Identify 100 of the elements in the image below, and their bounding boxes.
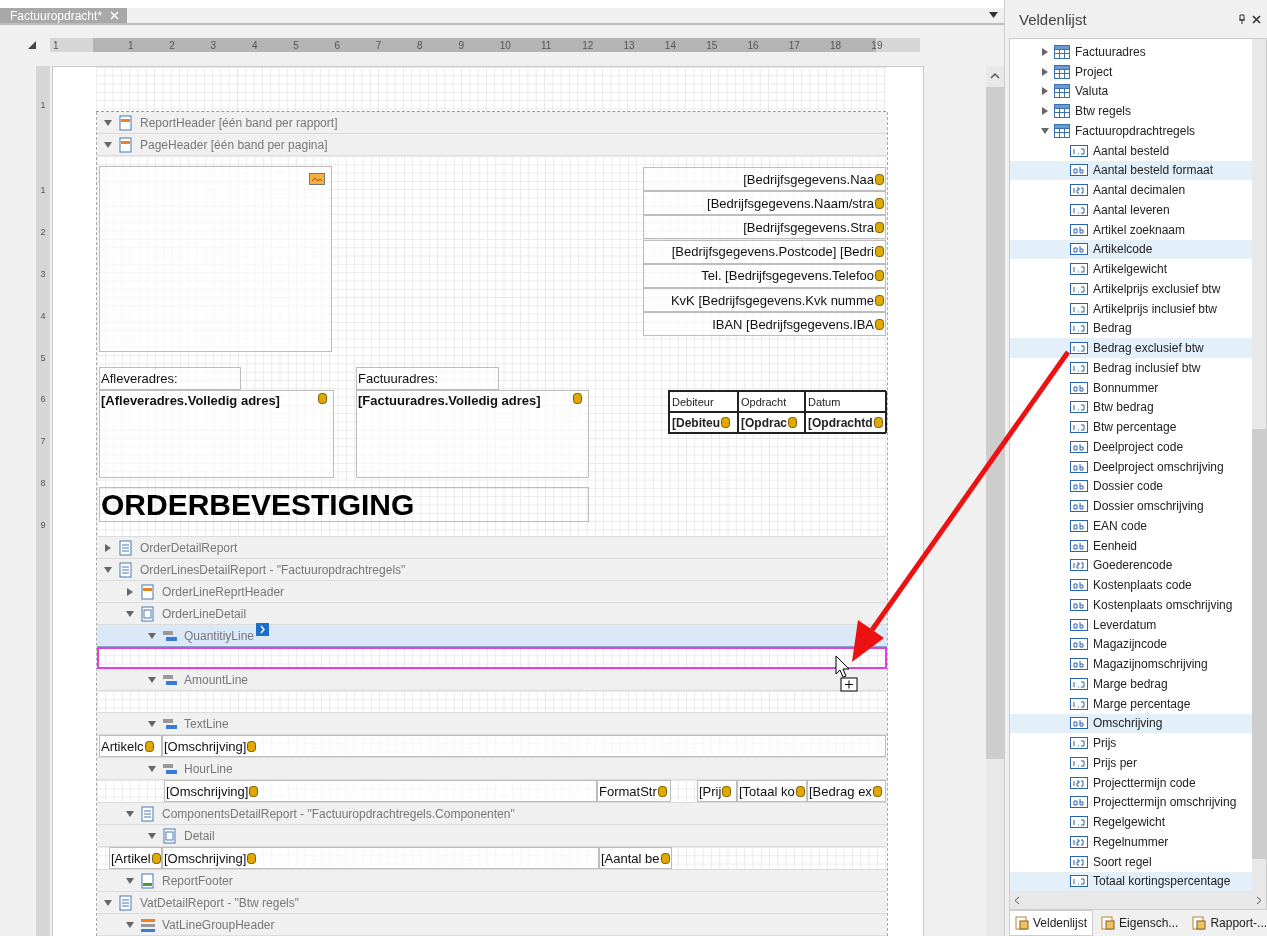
pin-icon[interactable] [1238,14,1246,24]
data-field[interactable]: Artikelc [99,735,162,757]
field-item[interactable]: Bedrag exclusief btw [1010,338,1252,358]
band-header[interactable]: OrderLinesDetailReport - "Factuuropdrachtregels" [97,559,887,581]
data-field[interactable]: [Afleveradres.Volledig adres] [99,390,334,478]
collapse-arrow-icon[interactable] [148,719,156,728]
band-header[interactable]: Detail [97,825,887,847]
tree-item[interactable]: Project [1010,61,1252,82]
data-field[interactable]: IBAN [Bedrijfsgegevens.IBA [643,312,886,337]
band-header[interactable]: TextLine [97,713,887,735]
band-header[interactable]: QuantitiyLine [97,625,887,647]
data-field[interactable]: [Bedrag ex [807,780,886,802]
field-item[interactable]: Btw percentage [1010,417,1252,437]
field-item[interactable]: Artikelprijs exclusief btw [1010,279,1252,299]
field-item[interactable]: Kostenplaats code [1010,575,1252,595]
field-item[interactable]: Artikelgewicht [1010,259,1252,279]
data-field[interactable]: [Omschrijving] [162,735,886,757]
expand-arrow-icon[interactable] [104,543,112,552]
band-header[interactable]: PageHeader [één band per pagina] [97,134,887,156]
field-item[interactable]: Leverdatum [1010,614,1252,635]
field-item[interactable]: Bedrag [1010,318,1252,339]
field-item[interactable]: Bedrag inclusief btw [1010,358,1252,378]
data-field[interactable]: [Bedrijfsgegevens.Postcode] [Bedri [643,239,886,264]
field-item[interactable]: Aantal leveren [1010,200,1252,220]
collapse-arrow-icon[interactable] [148,764,156,773]
label[interactable]: Factuuradres: [356,367,499,390]
collapse-arrow-icon[interactable] [126,920,134,929]
field-item[interactable]: Projecttermijn omschrijving [1010,792,1252,813]
panel-tab[interactable]: Rapport-... [1186,910,1267,936]
field-item[interactable]: Eenheid [1010,535,1252,556]
field-item[interactable]: Marge percentage [1010,693,1252,714]
band-header[interactable]: OrderDetailReport [97,537,887,559]
collapse-arrow-icon[interactable] [126,876,134,885]
data-field[interactable]: [Totaal ko [737,780,807,802]
close-icon[interactable] [1252,14,1261,24]
expand-arrow-icon[interactable] [1041,67,1049,76]
data-field[interactable]: [Bedrijfsgegevens.Naam/stra [643,191,886,216]
expand-arrow-icon[interactable] [1041,47,1049,56]
collapse-arrow-icon[interactable] [126,809,134,818]
data-field[interactable]: [Artikel [109,847,162,869]
field-item[interactable]: Magazijnomschrijving [1010,654,1252,674]
band-header[interactable]: ReportFooter [97,870,887,892]
collapse-arrow-icon[interactable] [126,609,134,618]
band-header[interactable]: VatLineGroupHeader [97,914,887,936]
tree-item[interactable]: Valuta [1010,81,1252,102]
expand-arrow-icon[interactable] [126,587,134,596]
data-field[interactable]: [Omschrijving] [164,780,597,802]
data-field[interactable]: KvK [Bedrijfsgegevens.Kvk numme [643,288,886,312]
collapse-arrow-icon[interactable] [104,118,112,127]
report-title[interactable]: ORDERBEVESTIGING [99,487,589,522]
field-item[interactable]: Bonnummer [1010,377,1252,398]
field-item[interactable]: Magazijncode [1010,634,1252,655]
field-item[interactable]: Btw bedrag [1010,397,1252,418]
panel-tab[interactable]: Eigensch... [1095,910,1185,936]
field-item[interactable]: Regelnummer [1010,832,1252,852]
data-field[interactable]: [Factuuradres.Volledig adres] [356,390,589,478]
collapse-arrow-icon[interactable] [1041,126,1049,135]
expand-arrow-icon[interactable] [1041,87,1049,96]
collapse-arrow-icon[interactable] [148,631,156,640]
band-header[interactable]: ComponentsDetailReport - "Factuuropdrachtregels.Componenten" [97,803,887,825]
tree-item[interactable]: Factuuropdrachtregels [1010,121,1252,141]
data-field[interactable]: [Bedrijfsgegevens.Naa [643,167,886,191]
band-header[interactable]: OrderLineReprtHeader [97,581,887,603]
field-item[interactable]: EAN code [1010,516,1252,536]
collapse-arrow-icon[interactable] [148,831,156,840]
band-header[interactable]: VatDetailReport - "Btw regels" [97,892,887,914]
scroll-left-icon[interactable] [1014,895,1020,905]
data-field[interactable]: [Prij [697,780,737,802]
collapse-arrow-icon[interactable] [104,898,112,907]
band-header[interactable]: AmountLine [97,669,887,691]
field-item[interactable]: Artikelprijs inclusief btw [1010,298,1252,319]
panel-tab[interactable]: Veldenlijst [1009,910,1094,936]
field-item[interactable]: Kostenplaats omschrijving [1010,595,1252,615]
collapse-arrow-icon[interactable] [104,565,112,574]
smart-tag-icon[interactable] [256,623,270,636]
band-header[interactable]: HourLine [97,758,887,780]
horizontal-scrollbar[interactable] [1010,891,1266,909]
scrollbar[interactable] [1252,39,1266,891]
field-item[interactable]: Regelgewicht [1010,812,1252,832]
scroll-right-icon[interactable] [1256,895,1262,905]
field-item[interactable]: Deelproject omschrijving [1010,456,1252,477]
data-field[interactable]: [Aantal be [599,847,672,869]
field-item[interactable]: Prijs [1010,733,1252,753]
field-item[interactable]: Totaal kortingspercentage [1010,871,1252,891]
band-header[interactable]: OrderLineDetail [97,603,887,625]
field-item[interactable]: Deelproject code [1010,437,1252,457]
field-item[interactable]: Aantal besteld formaat [1010,160,1252,181]
info-table[interactable]: Debiteur Opdracht Datum [Debiteu [Opdrac [Opdrachtd [668,390,886,434]
data-field[interactable]: FormatStr [597,780,671,802]
data-field[interactable]: Tel. [Bedrijfsgegevens.Telefoo [643,263,886,288]
data-field[interactable]: [Omschrijving] [162,847,599,869]
field-item[interactable]: Soort regel [1010,851,1252,872]
field-item[interactable]: Aantal besteld [1010,140,1252,161]
scrollbar[interactable] [986,66,1004,936]
field-item[interactable]: Aantal decimalen [1010,180,1252,200]
band-header[interactable]: ReportHeader [één band per rapport] [97,112,887,134]
collapse-arrow-icon[interactable] [148,675,156,684]
field-item[interactable]: Marge bedrag [1010,674,1252,694]
data-field[interactable]: [Bedrijfsgegevens.Stra [643,215,886,240]
field-item[interactable]: Prijs per [1010,753,1252,773]
